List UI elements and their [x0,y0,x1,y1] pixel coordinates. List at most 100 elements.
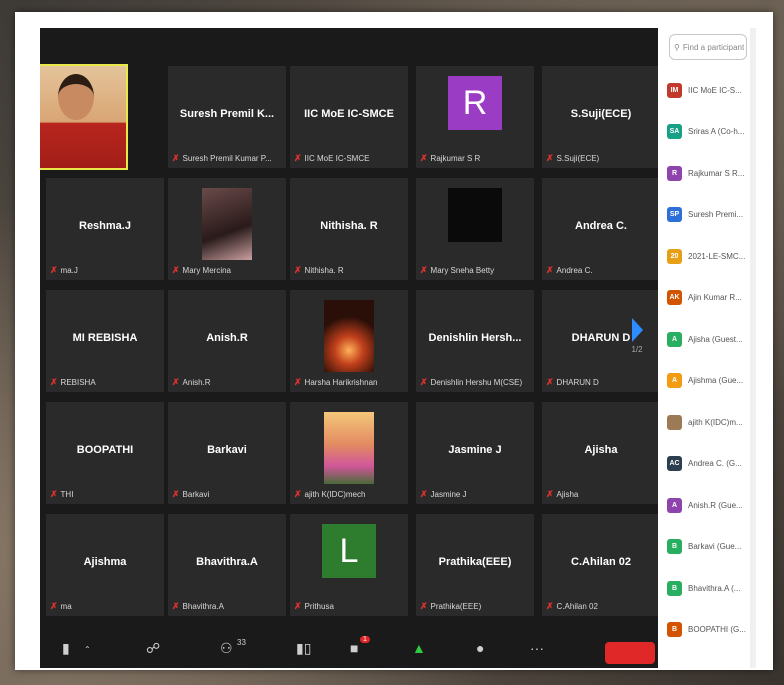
mic-muted-icon: ✗ [172,489,180,499]
video-tile[interactable]: Suresh Premil K... ✗ Suresh Premil Kumar P… [168,66,286,168]
meeting-window: Suresh Premil K... ✗ Suresh Premil Kumar P… [40,28,658,668]
video-tile[interactable]: Nithisha. R ✗ Nithisha. R [290,178,408,280]
video-tile[interactable]: Bhavithra.A ✗ Bhavithra.A [168,514,286,616]
video-tile[interactable]: C.Ahilan 02 ✗ C.Ahilan 02 [542,514,658,616]
participant-row[interactable]: A Ajisha (Guest... [667,329,749,349]
mic-muted-icon: ✗ [172,601,180,611]
participant-avatar: A [667,373,682,388]
video-tile[interactable]: ✗ Mary Mercina [168,178,286,280]
participant-name: Nithisha. R [320,220,378,232]
participant-name: Andrea C. [575,220,627,232]
video-tile[interactable]: Reshma.J ✗ ma.J [46,178,164,280]
profile-photo [202,188,252,260]
participant-name: Ajishma (Gue... [688,376,744,385]
video-tile[interactable]: Andrea C. ✗ Andrea C. [542,178,658,280]
video-tile[interactable]: Anish.R ✗ Anish.R [168,290,286,392]
tile-name-label: ✗ Suresh Premil Kumar P... [172,153,284,164]
search-input[interactable]: ⚲ Find a participant [669,34,747,60]
share-screen-icon[interactable]: ▲ [412,640,426,656]
video-tile[interactable]: Barkavi ✗ Barkavi [168,402,286,504]
video-tile[interactable]: BOOPATHI ✗ THI [46,402,164,504]
video-tile[interactable]: Denishlin Hersh... ✗ Denishlin Hershu M(CS… [416,290,534,392]
participant-row[interactable]: 20 2021-LE-SMC... [667,246,749,266]
participant-row[interactable]: B Barkavi (Gue... [667,537,749,557]
tile-name-label: ✗ Nithisha. R [294,265,406,276]
tile-name-text: S.Suji(ECE) [556,154,600,163]
participant-row[interactable]: AK Ajin Kumar R... [667,288,749,308]
participant-name: Anish.R (Gue... [688,500,743,510]
participant-row[interactable]: ajith K(IDC)m... [667,412,749,432]
video-tile[interactable]: Ajishma ✗ ma [46,514,164,616]
participant-row[interactable]: R Rajkumar S R... [667,163,749,183]
participant-row[interactable]: B Bhavithra.A (... [667,578,749,598]
next-page-button[interactable]: 1/2 [628,318,646,358]
participant-name: S.Suji(ECE) [570,108,632,120]
participant-name: Andrea C. (G... [688,459,742,468]
tile-name-label: ✗ Bhavithra.A [172,601,284,612]
participants-icon[interactable]: ⚇ [220,640,233,657]
polls-icon[interactable]: ▮▯ [296,640,311,657]
security-icon[interactable]: ☍ [146,640,160,657]
panel-scrollbar[interactable] [750,28,756,668]
participant-avatar: SA [667,124,682,139]
avatar: R [448,76,502,130]
video-tile[interactable]: Jasmine J ✗ Jasmine J [416,402,534,504]
person-head [58,74,94,120]
participant-row[interactable]: AC Andrea C. (G... [667,454,749,474]
participant-avatar: SP [667,207,682,222]
tile-name-text: Nithisha. R [304,266,344,275]
participants-count: 33 [237,638,246,647]
more-icon[interactable]: ··· [530,640,544,656]
chat-icon[interactable]: ■ [350,640,358,656]
tile-name-text: C.Ahilan 02 [556,602,598,611]
participant-row[interactable]: IM IIC MoE IC-S... [667,80,749,100]
participant-name: Rajkumar S R... [688,168,745,178]
participant-avatar: A [667,497,682,513]
participant-row[interactable]: A Ajishma (Gue... [667,371,749,391]
tile-name-label: ✗ Jasmine J [420,489,532,500]
participant-name: Suresh Premi... [688,210,744,219]
chevron-up-icon[interactable]: ⌃ [84,645,91,654]
participant-name: Bhavithra.A (... [688,583,741,593]
tile-name-label: ✗ C.Ahilan 02 [546,601,658,612]
video-tile[interactable] [40,64,128,170]
participant-name: BOOPATHI (G... [688,625,746,634]
participant-name: Barkavi [207,444,247,456]
video-tile[interactable]: ✗ Mary Sneha Betty [416,178,534,280]
tile-name-label: ✗ Rajkumar S R [420,153,532,164]
video-tile[interactable]: Ajisha ✗ Ajisha [542,402,658,504]
participant-row[interactable]: SP Suresh Premi... [667,205,749,225]
participant-avatar: B [667,539,682,554]
tile-name-text: Rajkumar S R [430,154,481,163]
video-tile[interactable]: S.Suji(ECE) ✗ S.Suji(ECE) [542,66,658,168]
video-tile[interactable]: IIC MoE IC-SMCE ✗ IIC MoE IC-SMCE [290,66,408,168]
mic-muted-icon: ✗ [50,489,58,499]
participant-row[interactable]: A Anish.R (Gue... [667,495,749,515]
mic-muted-icon: ✗ [172,377,180,387]
video-tile[interactable]: L ✗ Prithusa [290,514,408,616]
video-tile[interactable]: Prathika(EEE) ✗ Prathika(EEE) [416,514,534,616]
tile-name-label: ✗ Anish.R [172,377,284,388]
video-tile[interactable]: MI REBISHA ✗ REBISHA [46,290,164,392]
video-off-icon[interactable]: ▮ [62,640,70,657]
participant-name: IIC MoE IC-S... [688,85,742,95]
end-button[interactable] [605,642,655,664]
tile-name-label: ✗ ma [50,601,162,612]
video-tile[interactable]: ✗ ajith K(IDC)mech [290,402,408,504]
participant-name: 2021-LE-SMC... [688,251,746,261]
tile-name-text: Barkavi [182,490,210,499]
participant-row[interactable]: B BOOPATHI (G... [667,620,749,640]
tile-name-label: ✗ S.Suji(ECE) [546,153,658,164]
participant-row[interactable]: SA Sriras A (Co-h... [667,122,749,142]
profile-photo [324,412,374,484]
participant-name: Sriras A (Co-h... [688,127,745,136]
video-tile[interactable]: R ✗ Rajkumar S R [416,66,534,168]
participant-name: Barkavi (Gue... [688,542,742,551]
mic-muted-icon: ✗ [546,377,554,387]
video-grid: Suresh Premil K... ✗ Suresh Premil Kumar P… [40,64,658,636]
participant-name: BOOPATHI [76,444,134,456]
video-tile[interactable]: ✗ Harsha Harikrishnan [290,290,408,392]
tile-name-text: IIC MoE IC-SMCE [304,154,370,163]
record-icon[interactable]: ● [476,640,484,656]
tile-name-text: Mary Sneha Betty [430,266,495,275]
